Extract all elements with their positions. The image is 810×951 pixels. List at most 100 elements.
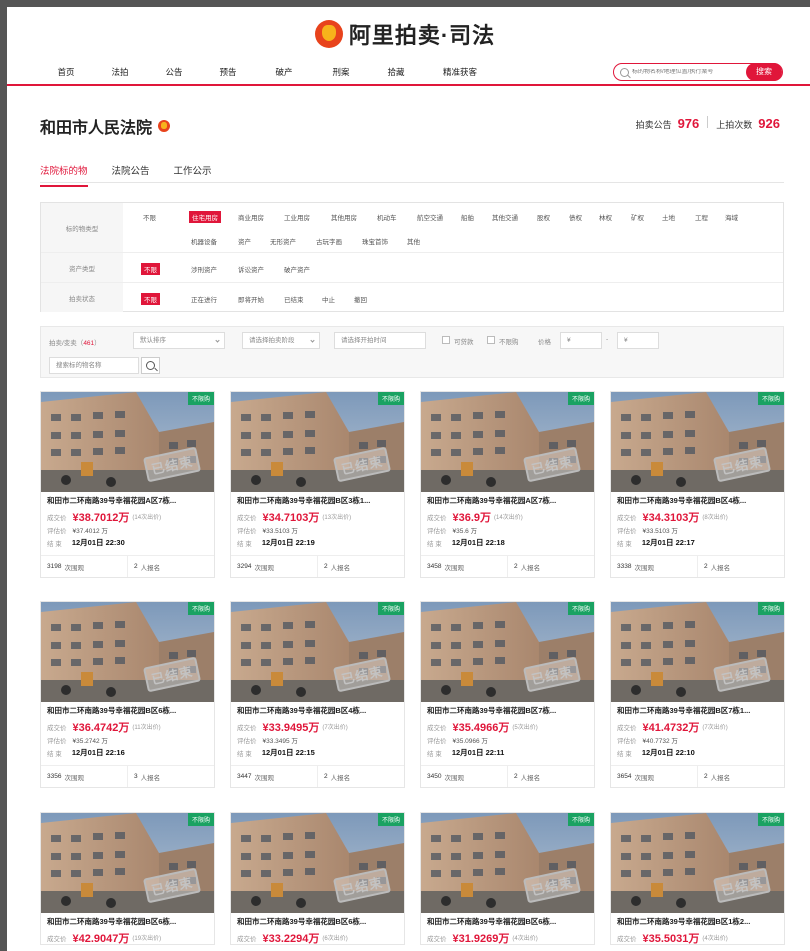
filter-label-type: 标的物类型 xyxy=(41,203,123,252)
filter-status-upcoming[interactable]: 即将开始 xyxy=(238,294,264,304)
filter-status-ongoing[interactable]: 正在进行 xyxy=(191,294,217,304)
property-photo: 不限购 已结束 xyxy=(611,392,784,492)
auction-label: 上拍次数 xyxy=(716,120,753,130)
nav-item-notice[interactable]: 公告 xyxy=(148,66,200,78)
filter-type-sea[interactable]: 海域 xyxy=(725,212,738,222)
listing-title[interactable]: 和田市二环南路39号幸福花园B区6栋... xyxy=(421,913,594,927)
sort-select-value: 默认排序 xyxy=(140,337,166,344)
sort-select[interactable]: 默认排序 xyxy=(133,332,225,349)
nav-item-criminal[interactable]: 刑案 xyxy=(312,66,370,78)
price-min-input[interactable]: ¥ xyxy=(560,332,602,349)
property-photo: 不限购 已结束 xyxy=(231,813,404,913)
filter-status-suspended[interactable]: 中止 xyxy=(322,294,335,304)
listing-title[interactable]: 和田市二环南路39号幸福花园B区3栋1... xyxy=(231,492,404,506)
tab-work-publicity[interactable]: 工作公示 xyxy=(174,163,212,187)
filter-type-intangible[interactable]: 无形资产 xyxy=(270,236,296,246)
listing-card[interactable]: 不限购 已结束 和田市二环南路39号幸福花园B区7栋... 成交价 ¥35.4966万(… xyxy=(420,601,595,788)
nav-item-bankruptcy[interactable]: 破产 xyxy=(256,66,312,78)
views-count: 3450 次围观 xyxy=(421,766,508,787)
limit-checkbox[interactable] xyxy=(487,336,495,344)
no-purchase-limit-tag: 不限购 xyxy=(567,602,594,615)
deal-price-row: 成交价 ¥38.7012万 (14次出价) xyxy=(41,510,214,524)
tab-court-notices[interactable]: 法院公告 xyxy=(112,163,150,187)
filter-type-residential[interactable]: 住宅用房 xyxy=(189,211,221,223)
end-label: 结 束 xyxy=(427,540,442,548)
filter-type-equity[interactable]: 股权 xyxy=(537,212,550,222)
listing-title[interactable]: 和田市二环南路39号幸福花园B区4栋... xyxy=(231,702,404,716)
filter-type-assets[interactable]: 资产 xyxy=(238,236,251,246)
listing-title[interactable]: 和田市二环南路39号幸福花园A区7栋... xyxy=(421,492,594,506)
listing-title[interactable]: 和田市二环南路39号幸福花园B区6栋... xyxy=(41,913,214,927)
filter-type-ship[interactable]: 船舶 xyxy=(461,212,474,222)
listing-title[interactable]: 和田市二环南路39号幸福花园B区4栋... xyxy=(611,492,784,506)
filter-type-other-transport[interactable]: 其他交通 xyxy=(492,212,518,222)
listing-card[interactable]: 不限购 已结束 和田市二环南路39号幸福花园A区7栋... 成交价 ¥36.9万 (14次… xyxy=(420,391,595,578)
filter-asset-all[interactable]: 不限 xyxy=(141,263,160,275)
filter-type-land[interactable]: 土地 xyxy=(662,212,675,222)
price-max-input[interactable]: ¥ xyxy=(617,332,659,349)
filter-type-vehicle[interactable]: 机动车 xyxy=(377,212,397,222)
listing-card[interactable]: 不限购 已结束 和田市二环南路39号幸福花园A区7栋... 成交价 ¥38.7012万(… xyxy=(40,391,215,578)
filter-status-withdrawn[interactable]: 撤回 xyxy=(354,294,367,304)
eval-price: ¥37.4012 万 xyxy=(72,527,108,535)
filter-asset-litigation[interactable]: 诉讼资产 xyxy=(238,264,264,274)
search-button[interactable]: 搜索 xyxy=(746,63,782,81)
property-image xyxy=(231,813,404,913)
bid-count: (13次出价) xyxy=(322,515,352,521)
views-suffix: 次围观 xyxy=(444,774,464,782)
listing-card[interactable]: 不限购 已结束 和田市二环南路39号幸福花园B区4栋... 成交价 ¥33.9495万(… xyxy=(230,601,405,788)
deal-label: 成交价 xyxy=(237,935,257,943)
nav-item-home[interactable]: 首页 xyxy=(40,66,92,78)
nav-item-judicial[interactable]: 法拍 xyxy=(92,66,148,78)
listing-title[interactable]: 和田市二环南路39号幸福花园B区1栋2... xyxy=(611,913,784,927)
views-count: 3356 次围观 xyxy=(41,766,128,787)
eval-price: ¥35.0966 万 xyxy=(452,737,488,745)
listing-card[interactable]: 不限购 已结束 和田市二环南路39号幸福花园B区3栋1... 成交价 ¥34.7103万… xyxy=(230,391,405,578)
no-purchase-limit-tag: 不限购 xyxy=(187,392,214,405)
nav-item-collection[interactable]: 拾藏 xyxy=(370,66,422,78)
listing-card[interactable]: 不限购 已结束 和田市二环南路39号幸福花园B区6栋... 成交价 ¥31.9269万(… xyxy=(420,812,595,945)
listing-card[interactable]: 不限购 已结束 和田市二环南路39号幸福花园B区6栋... 成交价 ¥33.2294万(… xyxy=(230,812,405,945)
filter-type-antique[interactable]: 古玩字画 xyxy=(316,236,342,246)
search-input[interactable] xyxy=(632,69,742,75)
filter-status-all[interactable]: 不限 xyxy=(141,293,160,305)
stage-select[interactable]: 请选择拍卖阶段 xyxy=(242,332,320,349)
listing-title[interactable]: 和田市二环南路39号幸福花园B区6栋... xyxy=(231,913,404,927)
card-footer: 3450 次围观 2 人报名 xyxy=(421,765,594,787)
signup-suffix: 人报名 xyxy=(710,774,731,782)
filter-type-machinery[interactable]: 机器设备 xyxy=(191,236,217,246)
filter-type-debt[interactable]: 债权 xyxy=(569,212,582,222)
listing-card[interactable]: 不限购 已结束 和田市二环南路39号幸福花园B区4栋... 成交价 ¥34.3103万(… xyxy=(610,391,785,578)
filter-type-other-house[interactable]: 其他用房 xyxy=(331,212,357,222)
filter-type-industrial[interactable]: 工业用房 xyxy=(284,212,310,222)
filter-type-mining[interactable]: 矿权 xyxy=(631,212,644,222)
filter-status-ended[interactable]: 已结束 xyxy=(284,294,304,304)
listing-title[interactable]: 和田市二环南路39号幸福花园B区7栋1... xyxy=(611,702,784,716)
name-search-button[interactable] xyxy=(141,357,160,374)
nav-item-customer[interactable]: 精准获客 xyxy=(422,66,498,78)
filter-type-other[interactable]: 其他 xyxy=(407,236,420,246)
filter-type-all[interactable]: 不限 xyxy=(143,212,156,222)
listing-card[interactable]: 不限购 已结束 和田市二环南路39号幸福花园B区7栋1... 成交价 ¥41.4732万… xyxy=(610,601,785,788)
filter-asset-criminal[interactable]: 涉刑资产 xyxy=(191,264,217,274)
filter-type-engineering[interactable]: 工程 xyxy=(695,212,708,222)
name-search-input[interactable]: 搜索标的物名称 xyxy=(49,357,139,374)
listing-card[interactable]: 不限购 已结束 和田市二环南路39号幸福花园B区6栋... 成交价 ¥42.9047万(… xyxy=(40,812,215,945)
site-logo[interactable]: 阿里拍卖·司法 xyxy=(0,14,810,54)
time-select[interactable]: 请选择开拍时间 xyxy=(334,332,426,349)
filter-type-aviation[interactable]: 航空交通 xyxy=(417,212,443,222)
listing-card[interactable]: 不限购 已结束 和田市二环南路39号幸福花园B区6栋... 成交价 ¥36.4742万(… xyxy=(40,601,215,788)
filter-asset-bankruptcy[interactable]: 破产资产 xyxy=(284,264,310,274)
tab-court-items[interactable]: 法院标的物 xyxy=(40,163,88,187)
filter-type-forest[interactable]: 林权 xyxy=(599,212,612,222)
views-suffix: 次围观 xyxy=(64,564,84,572)
listing-title[interactable]: 和田市二环南路39号幸福花园A区7栋... xyxy=(41,492,214,506)
listing-title[interactable]: 和田市二环南路39号幸福花园B区6栋... xyxy=(41,702,214,716)
listing-card[interactable]: 不限购 已结束 和田市二环南路39号幸福花园B区1栋2... 成交价 ¥35.5031万… xyxy=(610,812,785,945)
loan-checkbox[interactable] xyxy=(442,336,450,344)
filter-type-jewelry[interactable]: 珠宝首饰 xyxy=(362,236,388,246)
listing-title[interactable]: 和田市二环南路39号幸福花园B区7栋... xyxy=(421,702,594,716)
filter-type-commercial[interactable]: 商业用房 xyxy=(238,212,264,222)
nav-item-preview[interactable]: 预告 xyxy=(200,66,256,78)
chevron-down-icon xyxy=(310,338,315,343)
